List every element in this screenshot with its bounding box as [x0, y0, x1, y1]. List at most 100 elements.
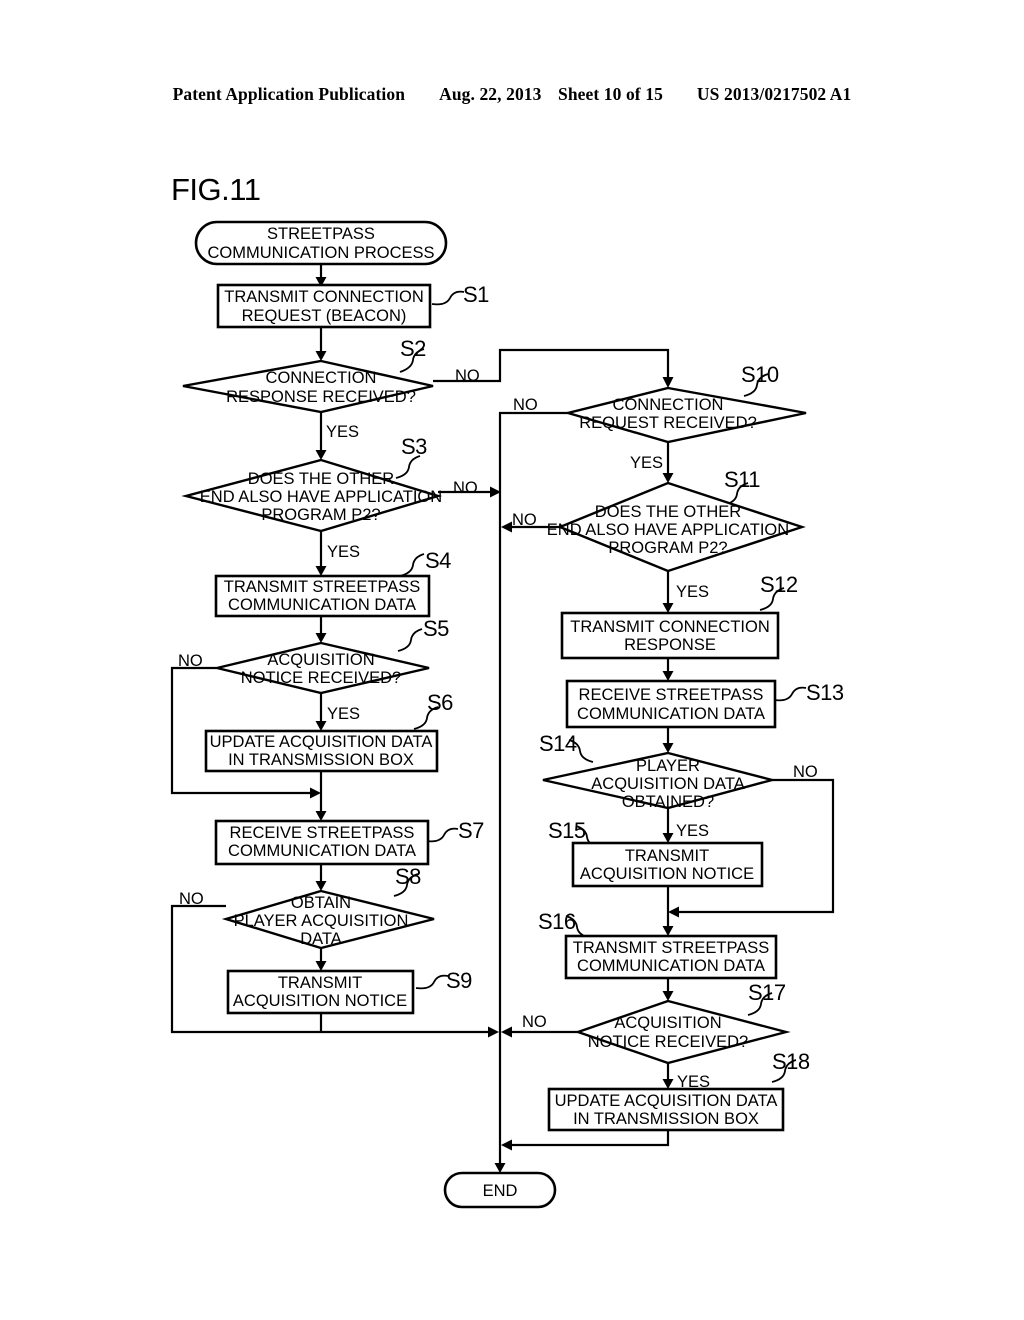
s14-label-line2: ACQUISITION DATA	[591, 775, 744, 793]
arrowhead-s9	[315, 961, 327, 971]
s1-step-id: S1	[463, 282, 489, 307]
leader-s3	[395, 455, 421, 479]
s9-label-line2: ACQUISITION NOTICE	[233, 992, 407, 1010]
node-end[interactable]: END	[443, 1171, 557, 1209]
leader-s13	[773, 686, 807, 702]
s12-label-line1: TRANSMIT CONNECTION	[570, 618, 770, 636]
node-start[interactable]: STREETPASS COMMUNICATION PROCESS	[194, 220, 448, 266]
s3-label-line3: PROGRAM P2?	[261, 506, 380, 524]
node-s6[interactable]: UPDATE ACQUISITION DATA IN TRANSMISSION …	[204, 690, 454, 773]
arrowhead-s18-out	[501, 1139, 512, 1151]
node-s1[interactable]: TRANSMIT CONNECTION REQUEST (BEACON) S1	[216, 282, 490, 329]
s16-step-id: S16	[538, 909, 576, 934]
s14-label-line1: PLAYER	[636, 757, 700, 775]
node-s15[interactable]: TRANSMIT ACQUISITION NOTICE S15	[548, 818, 764, 888]
node-s11[interactable]: DOES THE OTHER END ALSO HAVE APPLICATION…	[512, 467, 806, 601]
flowchart-diagram: STREETPASS COMMUNICATION PROCESS TRANSMI…	[170, 220, 844, 1209]
s6-label-line1: UPDATE ACQUISITION DATA	[210, 733, 433, 751]
s2-yes-label: YES	[326, 423, 359, 441]
node-s17[interactable]: ACQUISITION NOTICE RECEIVED? S17 NO YES	[522, 980, 791, 1091]
s11-label-line1: DOES THE OTHER	[595, 503, 741, 521]
s1-label-line1: TRANSMIT CONNECTION	[224, 288, 424, 306]
arrowhead-s17	[662, 991, 674, 1001]
arrowhead-s4	[315, 566, 327, 576]
start-label-line1: STREETPASS	[267, 225, 375, 243]
s15-label-line1: TRANSMIT	[625, 847, 709, 865]
connector-s18-to-trunk	[512, 1130, 670, 1147]
leader-s7	[425, 827, 459, 843]
s8-no-label: NO	[179, 890, 204, 908]
s3-label-line1: DOES THE OTHER	[248, 470, 394, 488]
leader-s9	[415, 974, 449, 990]
arrowhead-s3	[315, 450, 327, 460]
s6-step-id: S6	[427, 690, 453, 715]
s4-step-id: S4	[425, 548, 451, 573]
s7-label-line2: COMMUNICATION DATA	[228, 842, 416, 860]
s7-step-id: S7	[458, 818, 484, 843]
node-s16[interactable]: TRANSMIT STREETPASS COMMUNICATION DATA S…	[538, 909, 778, 980]
s9-label-line1: TRANSMIT	[278, 974, 362, 992]
end-label: END	[483, 1182, 518, 1200]
s4-label-line1: TRANSMIT STREETPASS	[224, 578, 421, 596]
s9-step-id: S9	[446, 968, 472, 993]
leader-s5	[397, 628, 423, 652]
arrowhead-s14	[662, 743, 674, 753]
s11-step-id: S11	[724, 467, 760, 492]
s8-label-line3: DATA	[300, 930, 342, 948]
s18-step-id: S18	[772, 1049, 810, 1074]
arrowhead-s14no	[668, 906, 679, 918]
arrowhead-s18	[662, 1079, 674, 1089]
s14-no-label: NO	[793, 763, 818, 781]
s17-no-label: NO	[522, 1013, 547, 1031]
s10-label-line1: CONNECTION	[613, 396, 724, 414]
s10-label-line2: REQUEST RECEIVED?	[579, 414, 757, 432]
s3-label-line2: END ALSO HAVE APPLICATION	[200, 488, 442, 506]
s18-label-line1: UPDATE ACQUISITION DATA	[555, 1092, 778, 1110]
s11-label-line2: END ALSO HAVE APPLICATION	[547, 521, 789, 539]
s8-label-line1: OBTAIN	[291, 894, 351, 912]
s3-yes-label: YES	[327, 543, 360, 561]
s5-label-line2: NOTICE RECEIVED?	[241, 669, 401, 687]
arrowhead-s17no	[501, 1026, 512, 1038]
s17-diamond-shape	[574, 999, 791, 1065]
arrowhead-s5	[315, 633, 327, 643]
s14-label-line3: OBTAINED?	[622, 793, 714, 811]
s12-label-line2: RESPONSE	[624, 636, 716, 654]
node-s7[interactable]: RECEIVE STREETPASS COMMUNICATION DATA S7	[214, 818, 485, 866]
s14-yes-label: YES	[676, 822, 709, 840]
s13-label-line2: COMMUNICATION DATA	[577, 705, 765, 723]
s2-step-id: S2	[400, 336, 426, 361]
s4-label-line2: COMMUNICATION DATA	[228, 596, 416, 614]
node-s5[interactable]: ACQUISITION NOTICE RECEIVED? S5 NO YES	[178, 616, 450, 723]
s11-no-label: NO	[512, 511, 537, 529]
s10-no-label: NO	[513, 396, 538, 414]
s15-label-line2: ACQUISITION NOTICE	[580, 865, 754, 883]
s8-step-id: S8	[395, 864, 421, 889]
s14-step-id: S14	[539, 731, 577, 756]
node-s10[interactable]: CONNECTION REQUEST RECEIVED? S10 NO YES	[513, 362, 807, 472]
arrowhead-s8no	[488, 1026, 499, 1038]
s7-label-line1: RECEIVE STREETPASS	[230, 824, 415, 842]
s11-yes-label: YES	[676, 583, 709, 601]
s8-label-line2: PLAYER ACQUISITION	[234, 912, 409, 930]
s18-label-line2: IN TRANSMISSION BOX	[573, 1110, 759, 1128]
s5-label-line1: ACQUISITION	[267, 651, 374, 669]
s13-label-line1: RECEIVE STREETPASS	[579, 686, 764, 704]
s5-yes-label: YES	[327, 705, 360, 723]
patent-page: Patent Application Publication Aug. 22, …	[0, 0, 1024, 1320]
s2-label-line1: CONNECTION	[266, 369, 377, 387]
s17-step-id: S17	[748, 980, 786, 1005]
s11-label-line3: PROGRAM P2?	[608, 539, 727, 557]
node-s9[interactable]: TRANSMIT ACQUISITION NOTICE S9	[226, 968, 473, 1015]
leader-s4	[399, 553, 425, 577]
s16-label-line2: COMMUNICATION DATA	[577, 957, 765, 975]
arrowhead-s12	[662, 603, 674, 613]
arrowhead-s15	[662, 833, 674, 843]
start-label-line2: COMMUNICATION PROCESS	[207, 244, 434, 262]
s13-step-id: S13	[806, 680, 844, 705]
s15-step-id: S15	[548, 818, 586, 843]
node-s2[interactable]: CONNECTION RESPONSE RECEIVED? S2 NO YES	[182, 336, 480, 441]
arrowhead-s8	[315, 881, 327, 891]
arrowhead-s6	[315, 721, 327, 731]
node-s3[interactable]: DOES THE OTHER END ALSO HAVE APPLICATION…	[181, 434, 478, 561]
